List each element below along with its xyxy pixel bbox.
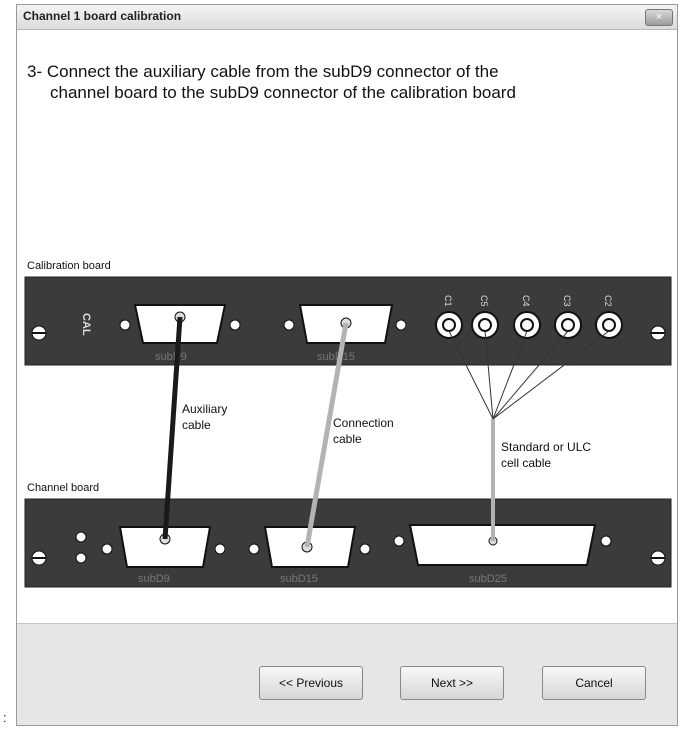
cal-logo: CAL xyxy=(80,313,92,336)
previous-button[interactable]: << Previous xyxy=(259,666,363,700)
mount-hole xyxy=(395,319,407,331)
ch-subd15-label: subD15 xyxy=(280,573,318,585)
bnc-label-1: C1 xyxy=(443,295,453,307)
title-bar: Channel 1 board calibration × xyxy=(17,5,677,30)
aux-cable-label-1: Auxiliary xyxy=(182,402,227,416)
dialog-window: Channel 1 board calibration × 3- Connect… xyxy=(16,4,678,726)
cell-cable-label-2: cell cable xyxy=(501,456,551,470)
instruction-line-1: 3- Connect the auxiliary cable from the … xyxy=(27,62,499,81)
bnc-connector-icon xyxy=(435,311,463,339)
ch-subd9-label: subD9 xyxy=(138,573,170,585)
bnc-label-2: C5 xyxy=(479,295,489,307)
connection-diagram: Calibration board CAL subD9 subD15 C1 C5… xyxy=(24,260,672,588)
bnc-label-3: C4 xyxy=(521,295,531,307)
close-button[interactable]: × xyxy=(645,9,673,26)
screw-icon xyxy=(650,325,666,341)
calibration-board-label: Calibration board xyxy=(27,260,111,272)
close-icon: × xyxy=(655,11,663,23)
mount-hole xyxy=(119,319,131,331)
mount-hole xyxy=(214,543,226,555)
mount-hole xyxy=(229,319,241,331)
next-button[interactable]: Next >> xyxy=(400,666,504,700)
screw-icon xyxy=(31,325,47,341)
mount-hole xyxy=(359,543,371,555)
margin-mark: : xyxy=(3,710,7,725)
bnc-label-5: C2 xyxy=(603,295,613,307)
instruction-line-2: channel board to the subD9 connector of … xyxy=(50,83,516,102)
led-indicator xyxy=(75,552,87,564)
bnc-connector-icon xyxy=(595,311,623,339)
button-bar: << Previous Next >> Cancel xyxy=(17,623,677,725)
led-indicator xyxy=(75,531,87,543)
bnc-connector-icon xyxy=(554,311,582,339)
bnc-connector-icon xyxy=(513,311,541,339)
mount-hole xyxy=(101,543,113,555)
mount-hole xyxy=(600,535,612,547)
ch-subd25-connector xyxy=(408,524,597,566)
mount-hole xyxy=(393,535,405,547)
mount-hole xyxy=(248,543,260,555)
bnc-label-4: C3 xyxy=(562,295,572,307)
cancel-button[interactable]: Cancel xyxy=(542,666,646,700)
instruction-text: 3- Connect the auxiliary cable from the … xyxy=(27,61,667,103)
window-title: Channel 1 board calibration xyxy=(23,9,182,23)
mount-hole xyxy=(283,319,295,331)
connection-cable-label-1: Connection xyxy=(333,416,394,430)
cell-cable-label-1: Standard or ULC xyxy=(501,440,591,454)
screw-icon xyxy=(31,550,47,566)
channel-board-label: Channel board xyxy=(27,482,99,494)
screw-icon xyxy=(650,550,666,566)
connection-cable-label-2: cable xyxy=(333,432,362,446)
ch-subd25-label: subD25 xyxy=(469,573,507,585)
cal-subd15-label: subD15 xyxy=(317,351,355,363)
cal-subd9-label: subD9 xyxy=(155,351,187,363)
aux-cable-label-2: cable xyxy=(182,418,211,432)
